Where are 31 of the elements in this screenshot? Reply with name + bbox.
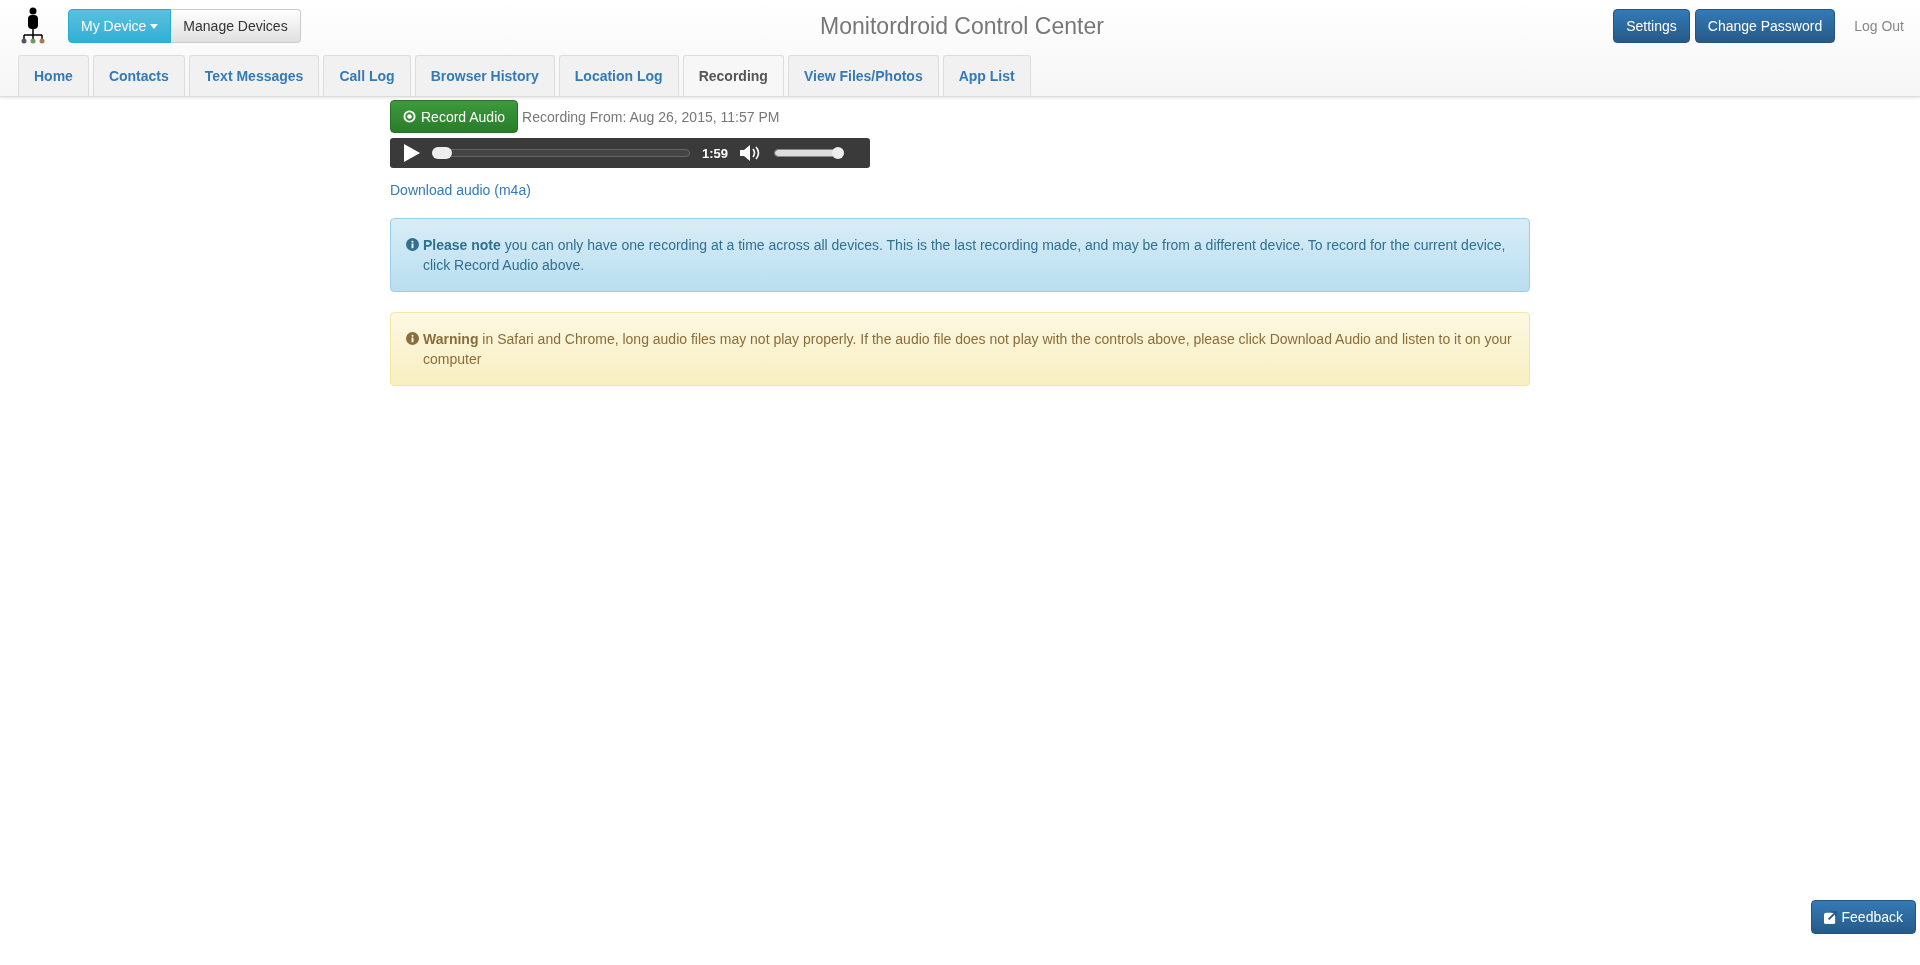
play-icon[interactable]: [404, 144, 420, 162]
logo-icon: [20, 7, 46, 45]
caret-icon: [150, 23, 159, 29]
nav-tab[interactable]: App List: [942, 55, 1031, 96]
header-button[interactable]: Settings: [1613, 9, 1690, 43]
record-icon: [403, 110, 416, 123]
nav-tab[interactable]: Home: [18, 55, 89, 96]
nav-tab[interactable]: Browser History: [414, 55, 555, 96]
share-icon: [1823, 910, 1837, 924]
volume-slider[interactable]: [774, 147, 845, 159]
nav-tab[interactable]: Call Log: [323, 55, 411, 96]
record-audio-button[interactable]: Record Audio: [390, 100, 519, 133]
nav-tab[interactable]: Contacts: [92, 55, 185, 96]
app-title: Monitordroid Control Center: [820, 12, 1104, 40]
download-audio-link[interactable]: Download audio (m4a): [390, 182, 531, 198]
logout-link[interactable]: Log Out: [1854, 18, 1904, 34]
alert-message: Please note you can only have one recording at a time across all devices. This is the last recording made, and may be from a different device. To record for the current device, click Record Audio above.: [423, 236, 1507, 275]
info-icon: [406, 238, 419, 251]
manage-devices-button[interactable]: Manage Devices: [171, 9, 301, 43]
nav-tab[interactable]: Recording: [682, 55, 784, 96]
info-icon: [406, 332, 419, 345]
audio-time: 1:59: [702, 145, 729, 161]
header-button[interactable]: Change Password: [1694, 9, 1836, 43]
device-menu-button[interactable]: My Device: [68, 9, 172, 43]
seek-bar[interactable]: [432, 147, 690, 159]
alert-message: Warning in Safari and Chrome, long audio files may not play properly. If the audio file does not play with the controls above, please click Download Audio and listen to it on your computer: [423, 330, 1513, 369]
recording-date: Recording From: Aug 26, 2015, 11:57 PM: [522, 108, 780, 125]
feedback-button[interactable]: Feedback: [1810, 900, 1916, 934]
nav-tab[interactable]: View Files/Photos: [787, 55, 939, 96]
nav-tab[interactable]: Location Log: [558, 55, 679, 96]
nav-tab[interactable]: Text Messages: [188, 55, 320, 96]
